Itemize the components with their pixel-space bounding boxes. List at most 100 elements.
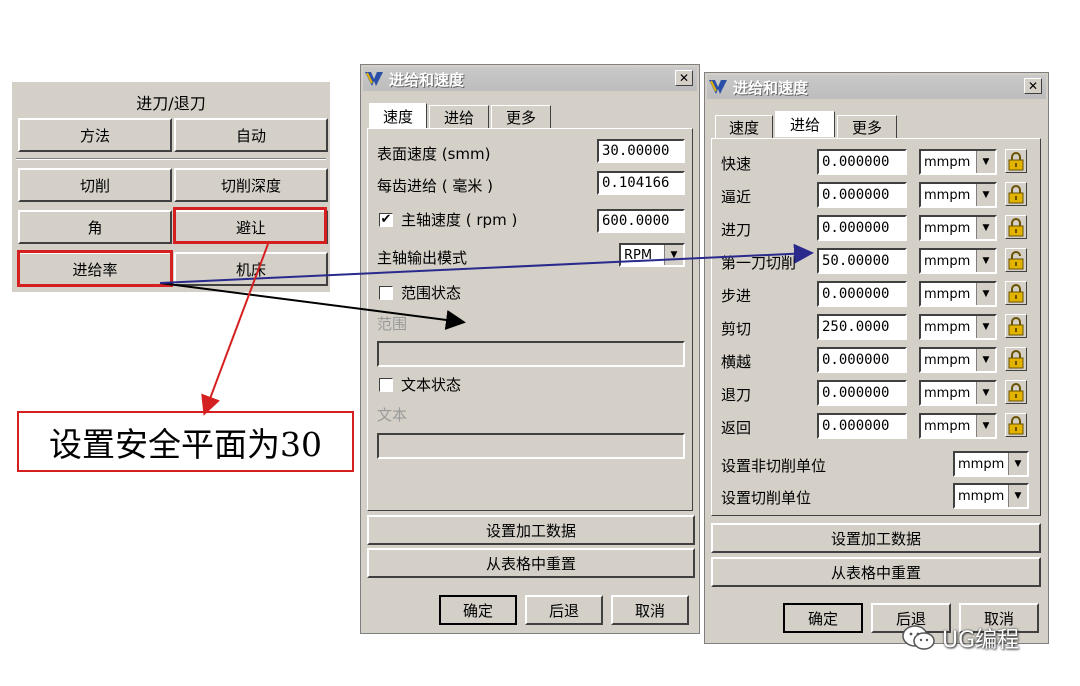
- app-logo-icon: [365, 72, 383, 86]
- spindle-speed-field[interactable]: 600.0000: [597, 209, 685, 233]
- feed-per-tooth-field[interactable]: 0.104166: [597, 171, 685, 195]
- feed-row-label: 第一刀切削: [721, 254, 797, 272]
- spindle-speed-checkbox[interactable]: ✔: [379, 213, 393, 227]
- menu-title: 进刀/退刀: [136, 94, 206, 113]
- menu-divider: [16, 158, 326, 160]
- text-state-checkbox[interactable]: [379, 378, 393, 392]
- feed-row-unit: mmpm: [924, 319, 971, 335]
- feed-row: 第一刀切削 50.00000 mmpm ▼: [705, 248, 1045, 278]
- unlock-icon[interactable]: [1005, 248, 1027, 272]
- cancel-button[interactable]: 取消: [611, 595, 689, 625]
- lock-icon[interactable]: [1005, 149, 1027, 173]
- feed-row: 横越 0.000000 mmpm ▼: [705, 347, 1045, 377]
- wechat-icon: [902, 625, 935, 650]
- surface-speed-field[interactable]: 30.00000: [597, 139, 685, 163]
- machine-button[interactable]: 机床: [174, 252, 328, 286]
- close-icon[interactable]: ✕: [1024, 78, 1042, 94]
- feed-row-unit-select[interactable]: mmpm ▼: [919, 413, 997, 439]
- spindle-mode-value: RPM: [624, 247, 653, 263]
- text-label: 文本: [377, 406, 408, 424]
- lock-icon[interactable]: [1005, 314, 1027, 338]
- feeds-speeds-dialog-feed: 进给和速度 ✕ 速度 进给 更多 快速 0.000000 mmpm ▼ 逼近 0.0000…: [704, 72, 1049, 644]
- feed-row-unit-select[interactable]: mmpm ▼: [919, 248, 997, 274]
- feed-row-label: 逼近: [721, 188, 752, 206]
- set-machining-data-button[interactable]: 设置加工数据: [711, 523, 1041, 553]
- feed-row-unit-select[interactable]: mmpm ▼: [919, 215, 997, 241]
- ok-button[interactable]: 确定: [439, 595, 517, 625]
- chevron-down-icon[interactable]: ▼: [976, 184, 995, 206]
- back-button[interactable]: 后退: [525, 595, 603, 625]
- annotation-box: 设置安全平面为30: [17, 411, 354, 472]
- feed-row-unit-select[interactable]: mmpm ▼: [919, 149, 997, 175]
- feed-row: 退刀 0.000000 mmpm ▼: [705, 380, 1045, 410]
- reset-from-table-button[interactable]: 从表格中重置: [711, 557, 1041, 587]
- tab-more[interactable]: 更多: [837, 115, 897, 139]
- feed-row-unit-select[interactable]: mmpm ▼: [919, 347, 997, 373]
- lock-icon[interactable]: [1005, 281, 1027, 305]
- lock-icon[interactable]: [1005, 380, 1027, 404]
- lock-icon[interactable]: [1005, 347, 1027, 371]
- feed-row-value[interactable]: 0.000000: [817, 347, 907, 373]
- cut-unit-label: 设置切削单位: [721, 489, 812, 507]
- feed-row-unit-select[interactable]: mmpm ▼: [919, 281, 997, 307]
- method-button[interactable]: 方法: [18, 118, 172, 152]
- tab-feed[interactable]: 进给: [429, 105, 489, 129]
- corner-button[interactable]: 角: [18, 210, 172, 244]
- feed-row-unit: mmpm: [924, 385, 971, 401]
- dialog1-title: 进给和速度: [389, 70, 465, 89]
- ok-button[interactable]: 确定: [783, 603, 863, 633]
- feed-row-label: 退刀: [721, 386, 752, 404]
- feed-row-unit-select[interactable]: mmpm ▼: [919, 314, 997, 340]
- chevron-down-icon[interactable]: ▼: [976, 217, 995, 239]
- feed-row-value[interactable]: 0.000000: [817, 413, 907, 439]
- feed-row: 逼近 0.000000 mmpm ▼: [705, 182, 1045, 212]
- feed-row-value[interactable]: 50.00000: [817, 248, 907, 274]
- range-state-checkbox[interactable]: [379, 286, 393, 300]
- chevron-down-icon[interactable]: ▼: [1008, 453, 1027, 475]
- chevron-down-icon[interactable]: ▼: [976, 151, 995, 173]
- chevron-down-icon[interactable]: ▼: [976, 382, 995, 404]
- avoidance-highlight: [173, 207, 327, 244]
- feed-row-unit-select[interactable]: mmpm ▼: [919, 182, 997, 208]
- chevron-down-icon[interactable]: ▼: [1008, 485, 1027, 507]
- chevron-down-icon[interactable]: ▼: [976, 316, 995, 338]
- lock-icon[interactable]: [1005, 215, 1027, 239]
- tab-feed[interactable]: 进给: [775, 111, 835, 137]
- cut-unit-select[interactable]: mmpm ▼: [953, 483, 1029, 509]
- feed-row-label: 步进: [721, 287, 752, 305]
- feed-row-value[interactable]: 0.000000: [817, 182, 907, 208]
- feed-row-value[interactable]: 0.000000: [817, 281, 907, 307]
- reset-from-table-button[interactable]: 从表格中重置: [367, 548, 695, 578]
- chevron-down-icon[interactable]: ▼: [976, 250, 995, 272]
- feed-row-unit-select[interactable]: mmpm ▼: [919, 380, 997, 406]
- feed-row: 进刀 0.000000 mmpm ▼: [705, 215, 1045, 245]
- feed-row-value[interactable]: 0.000000: [817, 149, 907, 175]
- chevron-down-icon[interactable]: ▼: [976, 415, 995, 437]
- noncut-unit-select[interactable]: mmpm ▼: [953, 451, 1029, 477]
- chevron-down-icon[interactable]: ▼: [976, 283, 995, 305]
- feed-row-unit: mmpm: [924, 154, 971, 170]
- cut-depth-button[interactable]: 切削深度: [174, 168, 328, 202]
- close-icon[interactable]: ✕: [675, 70, 693, 86]
- tab-speed[interactable]: 速度: [369, 103, 427, 129]
- spindle-mode-select[interactable]: RPM ▼: [619, 243, 685, 267]
- chevron-down-icon[interactable]: ▼: [976, 349, 995, 371]
- set-machining-data-button[interactable]: 设置加工数据: [367, 515, 695, 545]
- feed-row-value[interactable]: 250.0000: [817, 314, 907, 340]
- feed-row: 快速 0.000000 mmpm ▼: [705, 149, 1045, 179]
- feed-row-value[interactable]: 0.000000: [817, 380, 907, 406]
- dialog1-titlebar: 进给和速度 ✕: [363, 67, 697, 91]
- feed-row-unit: mmpm: [924, 352, 971, 368]
- lock-icon[interactable]: [1005, 413, 1027, 437]
- lock-icon[interactable]: [1005, 182, 1027, 206]
- watermark: UG编程: [902, 622, 1019, 654]
- tab-speed[interactable]: 速度: [715, 115, 773, 139]
- auto-button[interactable]: 自动: [174, 118, 328, 152]
- text-field: [377, 433, 685, 459]
- chevron-down-icon[interactable]: ▼: [664, 245, 683, 265]
- feed-row-value[interactable]: 0.000000: [817, 215, 907, 241]
- feed-row-label: 快速: [721, 155, 752, 173]
- feed-row-label: 进刀: [721, 221, 752, 239]
- cut-button[interactable]: 切削: [18, 168, 172, 202]
- tab-more[interactable]: 更多: [491, 105, 551, 129]
